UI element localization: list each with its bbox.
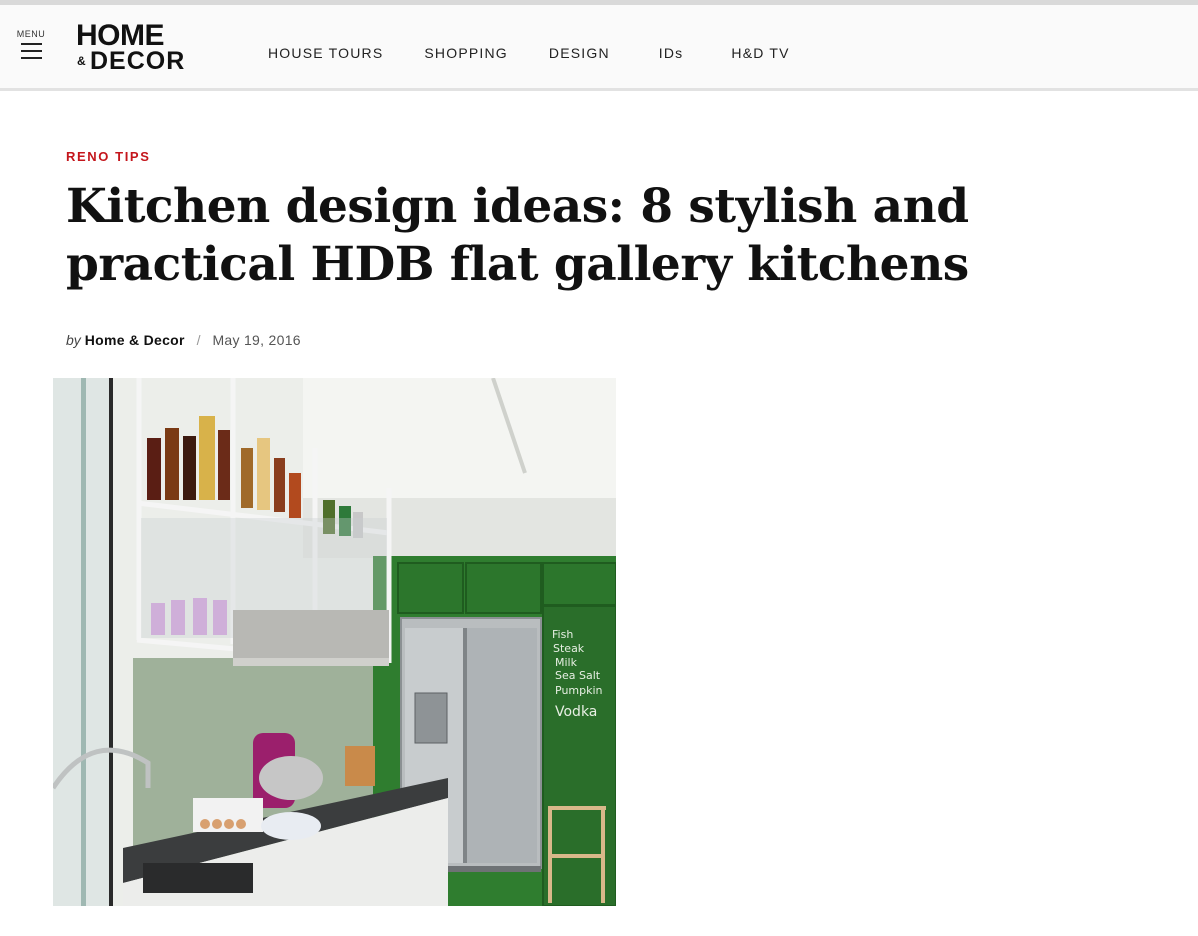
nav-item-ids[interactable]: IDs — [659, 45, 684, 63]
chalkboard-item: Steak — [553, 642, 585, 655]
chalkboard-item: Milk — [555, 656, 578, 669]
logo-text-home: HOME — [76, 19, 165, 52]
menu-icon — [21, 43, 42, 59]
nav-item-shopping[interactable]: SHOPPING — [424, 45, 508, 63]
logo-text-decor: DECOR — [90, 47, 186, 75]
byline-author[interactable]: Home & Decor — [85, 332, 185, 348]
main-nav: HOUSE TOURS SHOPPING DESIGN IDs H&D TV — [268, 45, 831, 63]
chalkboard-item: Sea Salt — [555, 669, 601, 682]
chalkboard-item: Pumpkin — [555, 684, 603, 697]
logo-ampersand: & — [77, 54, 86, 68]
chalkboard-item: Fish — [552, 628, 573, 641]
article-byline: by Home & Decor / May 19, 2016 — [66, 332, 301, 348]
nav-item-hd-tv[interactable]: H&D TV — [731, 45, 789, 63]
article-category[interactable]: RENO TIPS — [66, 149, 150, 164]
site-header: MENU HOME & DECOR HOUSE TOURS SHOPPING D… — [0, 5, 1198, 91]
hero-image: Fish Steak Milk Sea Salt Pumpkin Vodka — [53, 378, 616, 906]
article-title: Kitchen design ideas: 8 stylish and prac… — [66, 179, 969, 292]
byline-date: May 19, 2016 — [212, 332, 301, 348]
chalkboard-item: Vodka — [555, 704, 597, 720]
byline-by: by — [66, 332, 81, 348]
nav-item-house-tours[interactable]: HOUSE TOURS — [268, 45, 383, 63]
menu-button[interactable]: MENU — [14, 29, 48, 69]
menu-label: MENU — [16, 29, 46, 39]
byline-separator: / — [196, 332, 201, 348]
nav-item-design[interactable]: DESIGN — [549, 45, 610, 63]
site-logo[interactable]: HOME & DECOR — [76, 19, 186, 75]
